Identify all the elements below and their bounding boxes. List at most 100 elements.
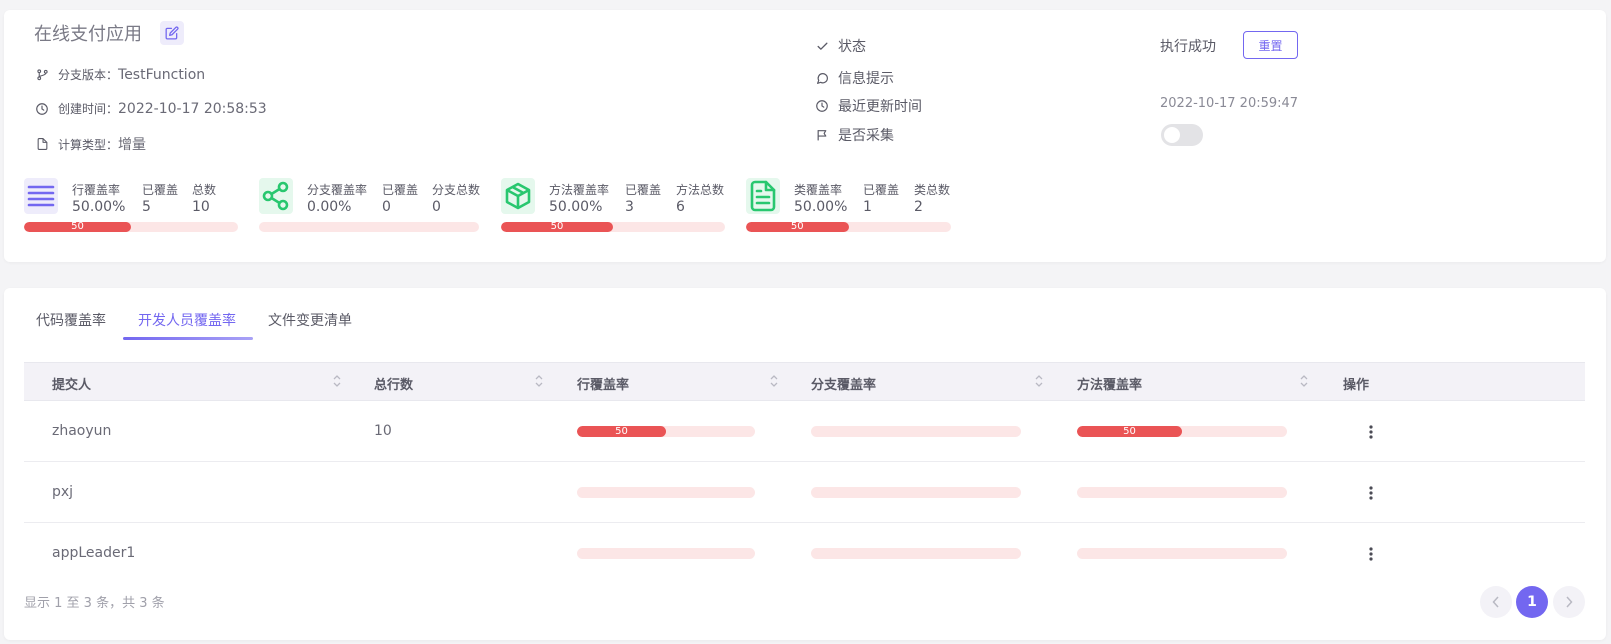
prev-page-button[interactable]	[1480, 586, 1512, 618]
stat-rate: 类覆盖率 50.00%	[794, 181, 847, 215]
table-row: zhaoyun 10 50 50	[24, 402, 1585, 462]
stat-covered-value: 1	[863, 199, 872, 215]
stat-covered: 已覆盖 1	[863, 181, 899, 215]
coverage-progress-bar: 50	[746, 222, 951, 232]
sort-icon[interactable]	[769, 373, 779, 389]
stat-total-label: 类总数	[914, 183, 951, 197]
box-icon	[501, 178, 535, 214]
message-icon	[814, 70, 830, 86]
sort-icon[interactable]	[534, 373, 544, 389]
calc-type-row: 计算类型： 增量	[34, 134, 146, 154]
method-coverage-bar	[1077, 548, 1287, 559]
line-coverage-bar	[577, 487, 755, 498]
tab-code-coverage[interactable]: 代码覆盖率	[36, 310, 106, 340]
column-header-line-coverage[interactable]: 行覆盖率	[577, 374, 629, 393]
stat-covered-label: 已覆盖	[142, 183, 179, 197]
stat-covered: 已覆盖 3	[625, 181, 661, 215]
stat-rate-label: 方法覆盖率	[549, 183, 610, 197]
stat-total-label: 分支总数	[432, 183, 481, 197]
sort-icon[interactable]	[1299, 373, 1309, 389]
table-row: pxj	[24, 463, 1585, 523]
line-coverage-bar	[577, 548, 755, 559]
updated-label: 最近更新时间	[838, 99, 922, 115]
collect-toggle[interactable]	[1161, 124, 1203, 146]
stat-total: 总数 10	[192, 181, 216, 215]
document-icon	[746, 178, 780, 214]
state-value: 执行成功	[1160, 39, 1216, 55]
stat-covered: 已覆盖 0	[382, 181, 418, 215]
stat-rate-value: 50.00%	[794, 199, 848, 215]
sort-icon[interactable]	[332, 373, 342, 389]
stat-total-value: 6	[676, 199, 685, 215]
more-vertical-icon[interactable]	[1363, 544, 1379, 564]
coverage-progress-bar: 50	[24, 222, 238, 232]
more-vertical-icon[interactable]	[1363, 422, 1379, 442]
metric-class-coverage: 类覆盖率 50.00% 已覆盖 1 类总数 2 50	[746, 178, 951, 232]
state-label: 状态	[838, 39, 866, 55]
reset-button[interactable]: 重置	[1243, 31, 1298, 59]
stat-total-label: 方法总数	[676, 183, 725, 197]
info-row: 信息提示	[814, 68, 894, 88]
created-label: 创建时间：	[58, 102, 119, 116]
stat-covered-value: 3	[625, 199, 634, 215]
stat-total-value: 2	[914, 199, 923, 215]
stat-rate-value: 50.00%	[549, 199, 603, 215]
stat-rate-value: 50.00%	[72, 199, 126, 215]
file-icon	[34, 136, 50, 152]
edit-icon[interactable]	[160, 21, 184, 45]
branch-coverage-bar	[811, 548, 1021, 559]
chevron-right-icon	[1566, 596, 1573, 608]
check-icon	[814, 38, 830, 54]
clock-icon	[814, 98, 830, 114]
table-header: 提交人 总行数 行覆盖率 分支覆盖率 方法覆盖率 操作	[24, 362, 1585, 401]
collect-label: 是否采集	[838, 128, 894, 144]
stat-rate-value: 0.00%	[307, 199, 352, 215]
coverage-progress-fill: 50	[746, 222, 849, 232]
calc-type-value: 增量	[118, 137, 147, 153]
created-row: 创建时间： 2022-10-17 20:58:53	[34, 100, 267, 117]
stat-covered-value: 0	[382, 199, 391, 215]
column-header-committer[interactable]: 提交人	[52, 374, 91, 393]
lines-icon	[24, 178, 58, 214]
committer-name: appLeader1	[52, 545, 136, 561]
column-header-branch-coverage[interactable]: 分支覆盖率	[811, 374, 876, 393]
stat-covered-label: 已覆盖	[382, 183, 419, 197]
branch-row: 分支版本： TestFunction	[34, 66, 205, 83]
stat-total: 分支总数 0	[432, 181, 480, 215]
git-branch-icon	[34, 67, 50, 83]
stat-covered-value: 5	[142, 199, 151, 215]
page-button[interactable]: 1	[1516, 586, 1548, 618]
line-coverage-fill: 50	[577, 426, 666, 437]
clock-icon	[34, 101, 50, 117]
app-name: 在线支付应用	[34, 24, 142, 45]
metric-method-coverage: 方法覆盖率 50.00% 已覆盖 3 方法总数 6 50	[501, 178, 725, 232]
line-coverage-bar: 50	[577, 426, 755, 437]
calc-type-label: 计算类型：	[58, 137, 119, 152]
stat-total-value: 10	[192, 199, 210, 215]
sort-icon[interactable]	[1034, 373, 1044, 389]
info-label: 信息提示	[838, 71, 894, 87]
pagination-summary: 显示 1 至 3 条，共 3 条	[24, 596, 165, 611]
total-lines: 10	[374, 423, 392, 439]
table-row: appLeader1	[24, 524, 1585, 584]
coverage-progress-bar: 50	[501, 222, 725, 232]
coverage-progress-bar	[259, 222, 479, 232]
more-vertical-icon[interactable]	[1363, 483, 1379, 503]
tab-file-changes[interactable]: 文件变更清单	[268, 310, 352, 340]
branch-value: TestFunction	[118, 66, 206, 83]
stat-rate-label: 行覆盖率	[72, 183, 121, 197]
stat-total: 类总数 2	[914, 181, 950, 215]
flag-icon	[814, 127, 830, 143]
stat-rate-label: 分支覆盖率	[307, 183, 368, 197]
committer-name: zhaoyun	[52, 423, 112, 439]
column-header-method-coverage[interactable]: 方法覆盖率	[1077, 374, 1142, 393]
metric-line-coverage: 行覆盖率 50.00% 已覆盖 5 总数 10 50	[24, 178, 238, 232]
branch-coverage-bar	[811, 426, 1021, 437]
next-page-button[interactable]	[1553, 586, 1585, 618]
updated-row: 最近更新时间	[814, 96, 922, 116]
updated-value: 2022-10-17 20:59:47	[1160, 96, 1299, 111]
column-header-total-lines[interactable]: 总行数	[374, 374, 413, 393]
tab-bar: 代码覆盖率 开发人员覆盖率 文件变更清单	[36, 310, 384, 340]
tab-developer-coverage[interactable]: 开发人员覆盖率	[123, 310, 253, 340]
app-title: 在线支付应用	[34, 20, 184, 46]
